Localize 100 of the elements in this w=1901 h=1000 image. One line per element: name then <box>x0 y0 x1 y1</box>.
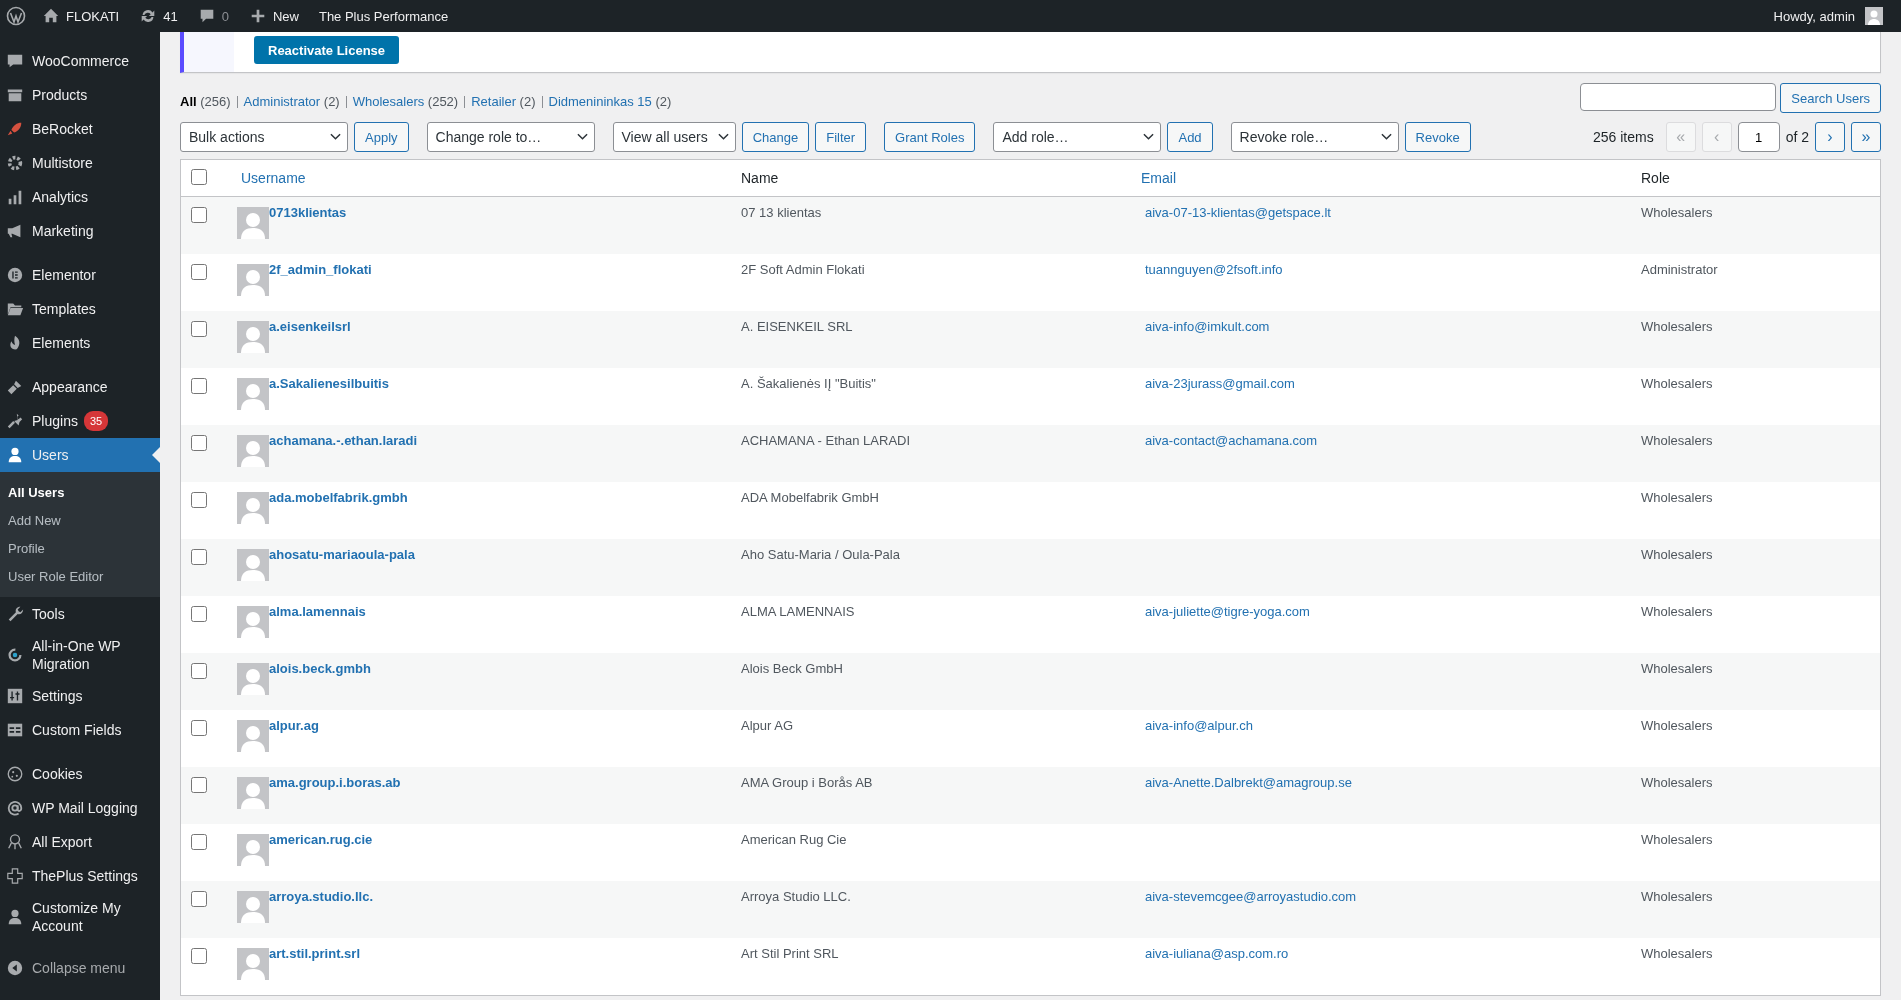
menu-item[interactable]: Appearance <box>0 370 160 404</box>
email-link[interactable]: aiva-info@imkult.com <box>1145 319 1270 334</box>
dropdown[interactable]: Bulk actions <box>180 122 348 152</box>
row-checkbox[interactable] <box>191 549 207 565</box>
search-field[interactable] <box>1580 83 1777 111</box>
menu-item[interactable]: Cookies <box>0 757 160 791</box>
site-link[interactable]: FLOKATI <box>32 7 130 25</box>
email-link[interactable]: aiva-juliette@tigre-yoga.com <box>1145 604 1310 619</box>
row-checkbox[interactable] <box>191 207 207 223</box>
menu-item[interactable]: Users <box>0 438 160 472</box>
menu-item[interactable]: Multistore <box>0 146 160 180</box>
search-users-button[interactable]: Search Users <box>1780 83 1881 113</box>
page-button[interactable]: » <box>1851 122 1881 152</box>
reactivate-license-button[interactable]: Reactivate License <box>254 36 400 64</box>
menu-item[interactable]: Customize My Account <box>0 893 160 941</box>
username-link[interactable]: 2f_admin_flokati <box>269 262 372 277</box>
action-button[interactable]: Revoke <box>1404 122 1471 152</box>
action-button[interactable]: Apply <box>354 122 409 152</box>
email-link[interactable]: aiva-info@alpur.ch <box>1145 718 1253 733</box>
menu-item[interactable]: Plugins 35 <box>0 404 160 438</box>
menu-item[interactable]: Tools <box>0 597 160 631</box>
new-link[interactable]: New <box>238 7 309 25</box>
row-checkbox[interactable] <box>191 948 207 964</box>
role-filter-link[interactable]: Didmenininkas 15 (2) <box>548 94 672 109</box>
email-link[interactable]: aiva-07-13-klientas@getspace.lt <box>1145 205 1331 220</box>
username-link[interactable]: a.Sakalienesilbuitis <box>269 376 389 391</box>
menu-item[interactable]: Analytics <box>0 180 160 214</box>
column-header[interactable]: Username <box>241 170 306 186</box>
action-button[interactable]: Filter <box>815 122 867 152</box>
role-text: Wholesalers <box>1641 718 1713 733</box>
action-button[interactable]: Add <box>1167 122 1213 152</box>
submenu-item[interactable]: All Users <box>0 479 160 507</box>
speech-bubble-icon <box>6 52 24 70</box>
collapse-icon <box>6 959 24 977</box>
menu-item[interactable]: All Export <box>0 825 160 859</box>
updates-link[interactable]: 41 <box>129 7 188 25</box>
menu-item[interactable]: Settings <box>0 679 160 713</box>
action-button[interactable]: Change <box>741 122 810 152</box>
email-link[interactable]: aiva-iuliana@asp.com.ro <box>1145 946 1289 961</box>
page-button[interactable]: › <box>1815 122 1845 152</box>
row-checkbox[interactable] <box>191 321 207 337</box>
row-checkbox[interactable] <box>191 492 207 508</box>
email-link[interactable]: tuannguyen@2fsoft.info <box>1145 262 1283 277</box>
row-checkbox[interactable] <box>191 777 207 793</box>
submenu-item[interactable]: Add New <box>0 507 160 535</box>
collapse-menu-button[interactable]: Collapse menu <box>0 951 160 985</box>
row-checkbox[interactable] <box>191 435 207 451</box>
submenu-item[interactable]: Profile <box>0 535 160 563</box>
dropdown[interactable]: View all users <box>612 122 736 152</box>
row-checkbox[interactable] <box>191 720 207 736</box>
email-link[interactable]: aiva-stevemcgee@arroyastudio.com <box>1145 889 1357 904</box>
menu-item[interactable]: WP Mail Logging <box>0 791 160 825</box>
username-link[interactable]: art.stil.print.srl <box>269 946 361 961</box>
role-filter-link[interactable]: All (256) <box>180 94 231 109</box>
role-filter-link[interactable]: Wholesalers (252) <box>352 94 459 109</box>
username-link[interactable]: ama.group.i.boras.ab <box>269 775 401 790</box>
username-link[interactable]: achamana.-.ethan.laradi <box>269 433 418 448</box>
row-checkbox[interactable] <box>191 264 207 280</box>
username-link[interactable]: alpur.ag <box>269 718 319 733</box>
email-link[interactable]: aiva-contact@achamana.com <box>1145 433 1318 448</box>
username-link[interactable]: american.rug.cie <box>269 832 373 847</box>
row-checkbox[interactable] <box>191 663 207 679</box>
dropdown[interactable]: Add role… <box>993 122 1162 152</box>
username-link[interactable]: alma.lamennais <box>269 604 366 619</box>
username-link[interactable]: arroya.studio.llc. <box>269 889 374 904</box>
column-header[interactable]: Email <box>1141 170 1176 186</box>
role-filter-link[interactable]: Administrator (2) <box>243 94 340 109</box>
username-link[interactable]: ada.mobelfabrik.gmbh <box>269 490 408 505</box>
wordpress-logo-icon[interactable] <box>6 6 26 26</box>
action-button[interactable]: Grant Roles <box>884 122 976 152</box>
menu-item[interactable]: BeRocket <box>0 112 160 146</box>
select-all-checkbox[interactable] <box>191 168 207 185</box>
menu-item[interactable]: Marketing <box>0 214 160 248</box>
row-checkbox[interactable] <box>191 378 207 394</box>
menu-item[interactable]: All-in-One WP Migration <box>0 631 160 679</box>
username-link[interactable]: alois.beck.gmbh <box>269 661 371 676</box>
menu-item[interactable]: Elements <box>0 326 160 360</box>
row-checkbox[interactable] <box>191 891 207 907</box>
cookie-icon <box>6 765 24 783</box>
dropdown[interactable]: Revoke role… <box>1230 122 1399 152</box>
comments-link[interactable]: 0 <box>187 7 239 25</box>
menu-item[interactable]: Elementor <box>0 258 160 292</box>
row-checkbox[interactable] <box>191 834 207 850</box>
username-link[interactable]: 0713klientas <box>269 205 347 220</box>
username-link[interactable]: a.eisenkeilsrl <box>269 319 351 334</box>
email-link[interactable]: aiva-Anette.Dalbrekt@amagroup.se <box>1145 775 1352 790</box>
page-field[interactable]: 1 <box>1737 122 1780 152</box>
submenu-item[interactable]: User Role Editor <box>0 563 160 591</box>
performance-link[interactable]: The Plus Performance <box>308 8 459 24</box>
menu-item[interactable]: Templates <box>0 292 160 326</box>
email-link[interactable]: aiva-23jurass@gmail.com <box>1145 376 1295 391</box>
dropdown[interactable]: Change role to… <box>426 122 595 152</box>
menu-item[interactable]: Products <box>0 78 160 112</box>
menu-item[interactable]: WooCommerce <box>0 44 160 78</box>
role-filter-link[interactable]: Retailer (2) <box>471 94 536 109</box>
account-link[interactable]: Howdy, admin <box>1763 7 1893 25</box>
menu-item[interactable]: Custom Fields <box>0 713 160 747</box>
menu-item[interactable]: ThePlus Settings <box>0 859 160 893</box>
username-link[interactable]: ahosatu-mariaoula-pala <box>269 547 415 562</box>
row-checkbox[interactable] <box>191 606 207 622</box>
